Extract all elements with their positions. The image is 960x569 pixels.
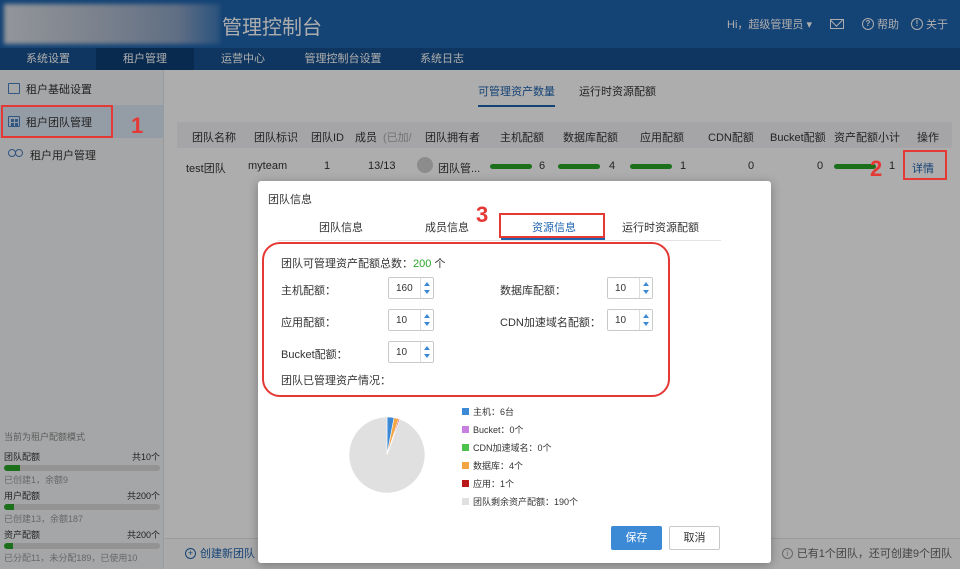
- legend-swatch: [462, 408, 469, 415]
- annotation-box-1: [1, 105, 113, 138]
- legend-label: Bucket：0个: [473, 425, 524, 435]
- legend-item-remaining: 团队剩余资产配额：190个: [462, 495, 578, 508]
- modal-tab-team-info[interactable]: 团队信息: [319, 219, 363, 235]
- legend-swatch: [462, 462, 469, 469]
- legend-label: 应用：1个: [473, 479, 515, 489]
- legend-label: 主机：6台: [473, 407, 515, 417]
- legend-item-host: 主机：6台: [462, 405, 514, 418]
- annotation-box-2: [903, 150, 947, 180]
- annotation-box-3: [499, 213, 605, 238]
- legend-label: 数据库：4个: [473, 461, 524, 471]
- modal-tab-active-indicator: [501, 238, 605, 240]
- legend-swatch: [462, 498, 469, 505]
- annotation-number-3: 3: [476, 202, 489, 227]
- legend-label: CDN加速域名：0个: [473, 443, 552, 453]
- legend-item-bucket: Bucket：0个: [462, 423, 524, 436]
- cancel-button[interactable]: 取消: [669, 526, 720, 550]
- legend-swatch: [462, 444, 469, 451]
- legend-label: 团队剩余资产配额：190个: [473, 497, 579, 507]
- annotation-number-1: 1: [131, 113, 144, 138]
- modal-title: 团队信息: [268, 194, 312, 206]
- legend-item-cdn: CDN加速域名：0个: [462, 441, 552, 454]
- legend-swatch: [462, 480, 469, 487]
- save-button[interactable]: 保存: [611, 526, 662, 550]
- modal-tab-runtime-quota[interactable]: 运行时资源配额: [622, 219, 699, 235]
- annotation-number-2: 2: [870, 156, 883, 181]
- legend-item-db: 数据库：4个: [462, 459, 523, 472]
- modal-tab-member-info[interactable]: 成员信息: [425, 219, 469, 235]
- pie-slice-5: [348, 416, 426, 494]
- legend-item-app: 应用：1个: [462, 477, 514, 490]
- asset-pie-chart: [348, 416, 426, 494]
- modal-tab-divider: [278, 240, 721, 241]
- annotation-box-resource-fields: [262, 242, 670, 397]
- legend-swatch: [462, 426, 469, 433]
